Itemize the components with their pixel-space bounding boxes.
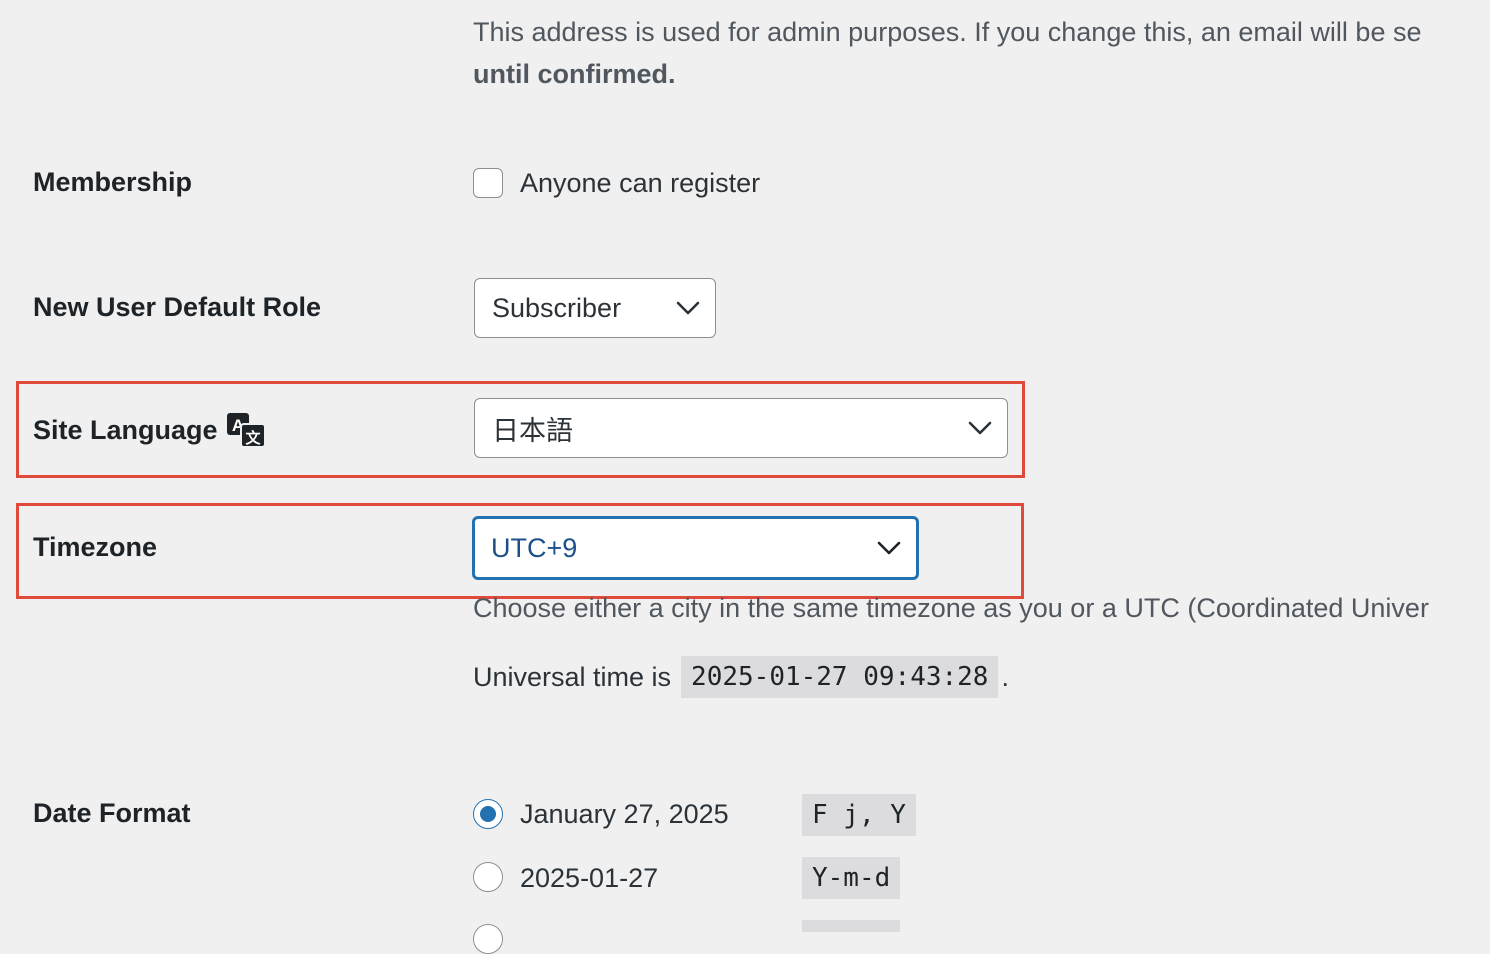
date-format-radio-0[interactable] [473, 799, 503, 829]
email-description: This address is used for admin purposes.… [473, 11, 1421, 95]
universal-time-row: Universal time is 2025-01-27 09:43:28 . [473, 656, 1009, 698]
date-format-radio-1[interactable] [473, 862, 503, 892]
membership-checkbox[interactable] [473, 168, 503, 198]
site-language-selected: 日本語 [492, 415, 573, 446]
email-description-line2: until confirmed. [473, 59, 676, 89]
membership-checkbox-label[interactable]: Anyone can register [520, 168, 760, 199]
date-format-code-1: Y-m-d [802, 857, 901, 899]
universal-time-value: 2025-01-27 09:43:28 [681, 656, 999, 698]
default-role-label: New User Default Role [33, 292, 322, 322]
date-format-label: Date Format [33, 798, 191, 828]
timezone-select[interactable]: UTC+9 [472, 516, 919, 580]
site-language-label-wrap: Site Language A 文 [33, 412, 266, 448]
timezone-selected: UTC+9 [491, 532, 578, 563]
universal-time-suffix: . [1001, 661, 1009, 692]
chevron-down-icon [877, 541, 901, 555]
membership-label: Membership [33, 167, 193, 197]
email-description-line1: This address is used for admin purposes.… [473, 17, 1422, 47]
site-language-select[interactable]: 日本語 [474, 398, 1008, 458]
date-format-code-2 [802, 920, 900, 932]
date-format-radio-2[interactable] [473, 924, 503, 954]
chevron-down-icon [968, 421, 992, 435]
timezone-description: Choose either a city in the same timezon… [473, 593, 1429, 623]
translate-icon: A 文 [226, 413, 266, 448]
date-format-option-label-1[interactable]: 2025-01-27 [520, 863, 658, 894]
universal-time-prefix: Universal time is [473, 661, 672, 692]
timezone-label: Timezone [33, 532, 158, 562]
chevron-down-icon [676, 301, 700, 315]
default-role-select[interactable]: Subscriber [474, 278, 716, 338]
date-format-option-label-0[interactable]: January 27, 2025 [520, 799, 729, 830]
site-language-label: Site Language [33, 414, 218, 445]
default-role-selected: Subscriber [492, 292, 622, 323]
svg-text:文: 文 [245, 429, 261, 447]
date-format-code-0: F j, Y [802, 794, 916, 836]
